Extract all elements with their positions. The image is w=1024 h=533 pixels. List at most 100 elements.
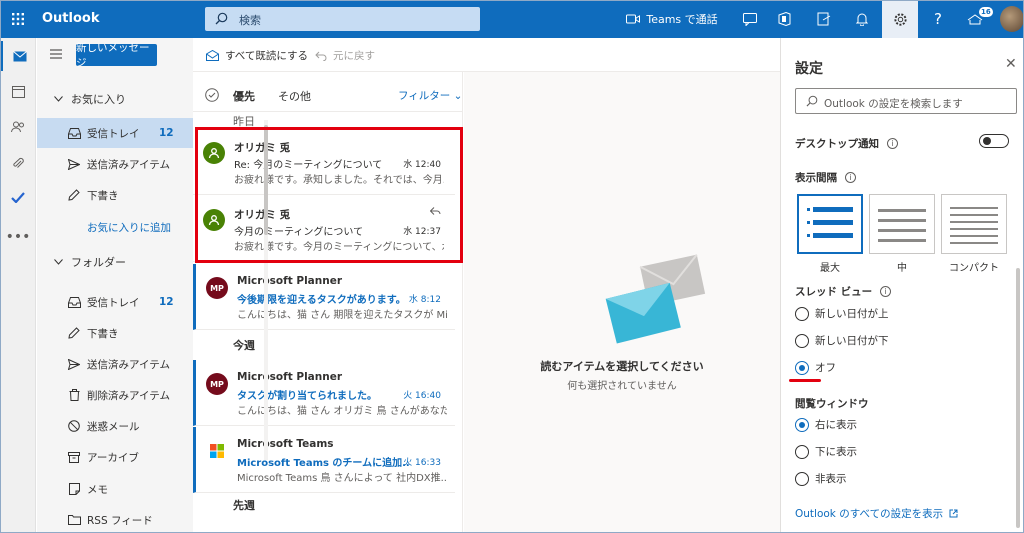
folders-header[interactable]: フォルダー [54, 254, 126, 270]
chevron-down-icon [54, 96, 63, 102]
folder-junk[interactable]: 迷惑メール [37, 411, 193, 441]
forward-icon[interactable] [812, 0, 836, 38]
search-box[interactable]: 検索 [205, 7, 480, 31]
calendar-icon[interactable] [0, 76, 36, 106]
close-icon[interactable]: ✕ [1005, 56, 1017, 72]
hamburger-menu-icon[interactable] [50, 49, 62, 62]
attachment-icon[interactable] [0, 148, 36, 178]
avatar: MP [206, 373, 228, 395]
pencil-icon [67, 188, 81, 202]
tab-focused[interactable]: 優先 [233, 88, 255, 104]
reading-pane: 読むアイテムを選択してください 何も選択されていません [464, 72, 780, 533]
add-favorite-link[interactable]: お気に入りに追加 [37, 212, 193, 242]
message-subject: タスクが割り当てられました。 [237, 391, 377, 402]
settings-search-input[interactable]: Outlook の設定を検索します [795, 88, 1017, 114]
density-label: 表示間隔 i [795, 170, 856, 185]
send-icon [67, 157, 81, 171]
message-preview: こんにちは、猫 さん 期限を迎えたタスクが Mic... [237, 310, 447, 321]
mark-all-read-button[interactable]: すべて既読にする [206, 48, 308, 63]
settings-gear-icon[interactable] [882, 0, 918, 38]
folder-inbox[interactable]: 受信トレイ 12 [37, 287, 193, 317]
more-apps-icon[interactable]: ••• [0, 222, 36, 252]
undo-button[interactable]: 元に戻す [315, 48, 375, 63]
density-full-label: 最大 [820, 263, 840, 274]
mail-icon[interactable] [0, 41, 36, 71]
folder-sent[interactable]: 送信済みアイテム [37, 349, 193, 379]
select-all-checkbox-icon[interactable] [205, 88, 219, 102]
search-placeholder: 検索 [239, 14, 261, 27]
folder-favorite-sent[interactable]: 送信済みアイテム [37, 149, 193, 179]
folder-favorite-inbox[interactable]: 受信トレイ 12 [37, 118, 193, 148]
folder-drafts[interactable]: 下書き [37, 318, 193, 348]
filter-button[interactable]: フィルター ⌄ [398, 88, 462, 103]
folder-archive[interactable]: アーカイブ [37, 442, 193, 472]
chat-icon[interactable] [738, 0, 762, 38]
settings-scrollbar[interactable] [1016, 268, 1020, 528]
office-icon[interactable] [772, 0, 796, 38]
tab-other[interactable]: その他 [278, 88, 311, 104]
folder-notes[interactable]: メモ [37, 474, 193, 504]
info-icon[interactable]: i [880, 286, 892, 297]
reading-pane-label: 閲覧ウィンドウ [795, 398, 869, 410]
envelopes-illustration [605, 254, 706, 344]
thread-view-label: スレッド ビュー i [795, 284, 892, 299]
new-message-button[interactable]: 新しいメッセージ [76, 42, 157, 69]
toggle-knob [983, 137, 991, 145]
thread-off-radio[interactable]: オフ [795, 360, 836, 375]
avatar: MP [206, 277, 228, 299]
teams-call-label: Teams で通話 [646, 13, 718, 26]
microsoft-logo-icon [206, 440, 228, 462]
envelope-open-icon [206, 50, 219, 61]
message-item[interactable]: Microsoft Teams Microsoft Teams のチームに追加.… [193, 427, 455, 493]
teams-call-button[interactable]: Teams で通話 [624, 0, 720, 38]
bell-icon[interactable] [850, 0, 874, 38]
reading-bottom-radio[interactable]: 下に表示 [795, 444, 857, 459]
chevron-down-icon [54, 259, 63, 265]
message-sender: Microsoft Teams [237, 438, 334, 450]
annotation-highlight-box [195, 127, 463, 263]
settings-search-placeholder: Outlook の設定を検索します [824, 98, 963, 110]
reading-hidden-radio[interactable]: 非表示 [795, 471, 847, 486]
people-icon[interactable] [0, 112, 36, 142]
thread-newest-bottom-radio[interactable]: 新しい日付が下 [795, 333, 889, 348]
folder-deleted[interactable]: 削除済みアイテム [37, 380, 193, 410]
todo-check-icon[interactable] [0, 182, 36, 212]
command-bar: すべて既読にする 元に戻す [193, 38, 780, 72]
density-medium-option[interactable] [869, 194, 935, 254]
density-medium-icon [878, 209, 926, 242]
user-avatar[interactable] [1000, 6, 1024, 32]
note-icon [67, 482, 81, 496]
list-header: 優先 その他 フィルター ⌄ [193, 72, 462, 112]
radio-circle [795, 444, 809, 459]
info-icon[interactable]: i [887, 138, 898, 149]
radio-circle [795, 333, 809, 348]
app-title[interactable]: Outlook [42, 11, 99, 26]
radio-circle [795, 471, 809, 486]
folder-rss[interactable]: RSS フィード [37, 505, 193, 533]
message-subject: 今後期限を迎えるタスクがあります。 [237, 295, 406, 306]
settings-pane: 設定 ✕ Outlook の設定を検索します デスクトップ通知 i 表示間隔 i… [780, 38, 1024, 533]
density-full-option[interactable] [797, 194, 863, 254]
density-compact-option[interactable] [941, 194, 1007, 254]
message-sender: Microsoft Planner [237, 371, 342, 383]
chevron-down-icon: ⌄ [453, 90, 463, 102]
message-preview: こんにちは、猫 さん オリガミ 鳥 さんがあなたに... [237, 406, 447, 417]
thread-newest-top-radio[interactable]: 新しい日付が上 [795, 306, 889, 321]
message-item[interactable]: MP Microsoft Planner 今後期限を迎えるタスクがあります。 水… [193, 264, 455, 330]
all-settings-link[interactable]: Outlook のすべての設定を表示 [795, 506, 958, 521]
whats-new-icon[interactable]: 16 [960, 0, 993, 38]
notification-badge: 16 [979, 7, 993, 17]
app-launcher-icon[interactable] [0, 0, 36, 38]
help-icon[interactable]: ? [926, 0, 950, 38]
message-item[interactable]: MP Microsoft Planner タスクが割り当てられました。 火 16… [193, 360, 455, 426]
reading-right-radio[interactable]: 右に表示 [795, 417, 857, 432]
message-sender: Microsoft Planner [237, 275, 342, 287]
density-medium-label: 中 [897, 263, 907, 274]
message-time: 火 16:33 [403, 458, 441, 468]
empty-reading-title: 読むアイテムを選択してください [540, 360, 704, 373]
folder-favorite-drafts[interactable]: 下書き [37, 180, 193, 210]
info-icon[interactable]: i [845, 172, 856, 183]
desktop-notify-label: デスクトップ通知 i [795, 136, 898, 151]
desktop-notify-toggle[interactable] [979, 134, 1009, 148]
favorites-header[interactable]: お気に入り [54, 91, 126, 107]
